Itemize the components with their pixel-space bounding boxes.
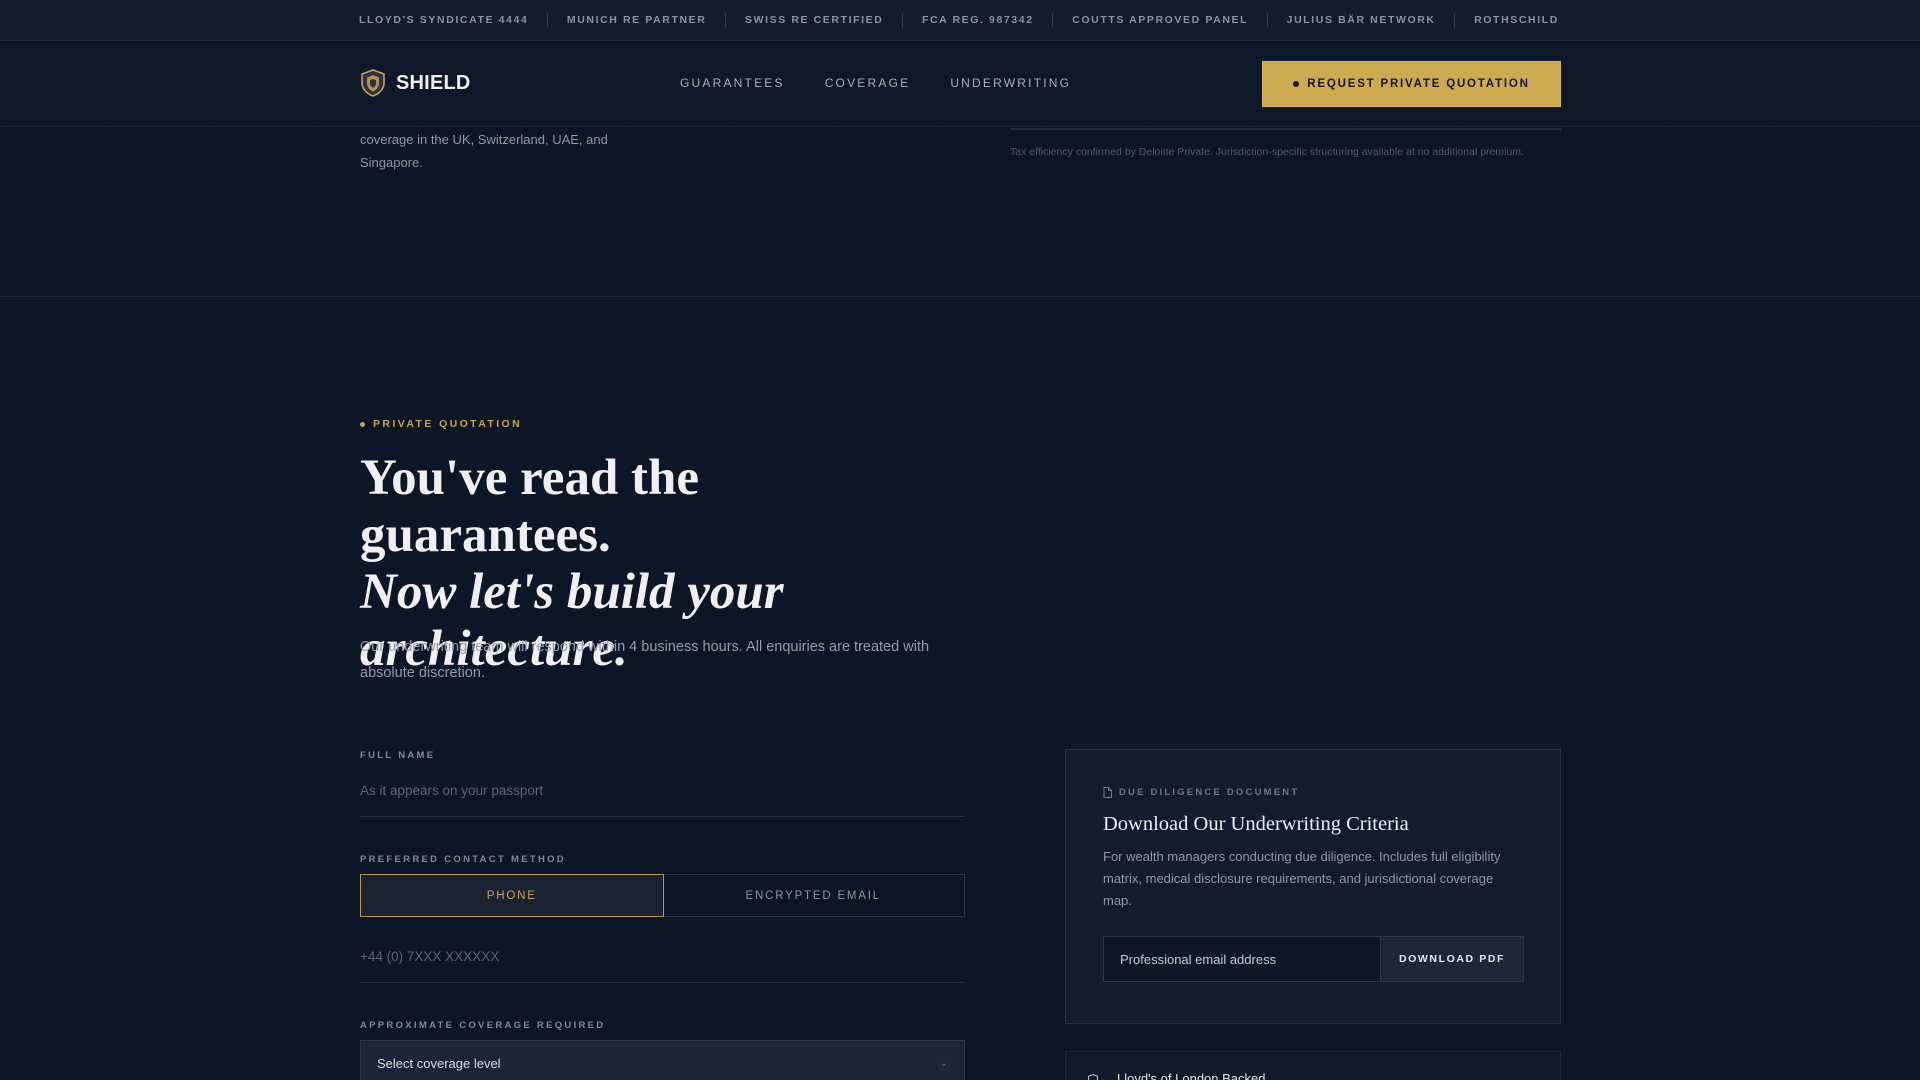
- request-quotation-label: REQUEST PRIVATE QUOTATION: [1307, 78, 1530, 90]
- divider: [1266, 12, 1268, 28]
- divider: [547, 12, 549, 28]
- trust-item: COUTTS APPROVED PANEL: [1072, 14, 1249, 26]
- contact-method-toggle: PHONE ENCRYPTED EMAIL: [360, 874, 965, 917]
- card-description: For wealth managers conducting due dilig…: [1103, 849, 1501, 908]
- coverage-label: APPROXIMATE COVERAGE REQUIRED: [360, 1020, 606, 1031]
- divider: [902, 12, 904, 28]
- section-divider: [0, 296, 1920, 297]
- divider: [1454, 12, 1456, 28]
- badge-text: Lloyd's of London Backed: [1117, 1071, 1266, 1080]
- trust-item: FCA REG. 987342: [921, 14, 1034, 26]
- download-pdf-button[interactable]: DOWNLOAD PDF: [1381, 936, 1524, 982]
- phone-input[interactable]: +44 (0) 7XXX XXXXXX: [360, 949, 499, 964]
- main-nav: GUARANTEES COVERAGE UNDERWRITING: [680, 76, 1071, 90]
- card-eyebrow-label: DUE DILIGENCE DOCUMENT: [1119, 787, 1300, 798]
- full-name-label: FULL NAME: [360, 750, 436, 761]
- heading-line-1: You've read the guarantees.: [360, 450, 700, 563]
- request-quotation-button[interactable]: REQUEST PRIVATE QUOTATION: [1262, 61, 1561, 107]
- previous-section-text: coverage in the UK, Switzerland, UAE, an…: [360, 132, 608, 170]
- trust-bar: LLOYD'S SYNDICATE 4444 MUNICH RE PARTNER…: [0, 0, 1920, 41]
- trust-item: JULIUS BÄR NETWORK: [1286, 14, 1436, 26]
- dot-icon: [1293, 81, 1300, 87]
- trust-item: LLOYD'S SYNDICATE 4444: [359, 14, 529, 26]
- shield-outline-icon: [1088, 1074, 1098, 1080]
- nav-coverage[interactable]: COVERAGE: [825, 76, 911, 90]
- coverage-select[interactable]: Select coverage level ⌄: [360, 1040, 965, 1080]
- full-name-underline: [360, 816, 965, 817]
- divider: [1052, 12, 1054, 28]
- background-grid: [0, 0, 1920, 1080]
- chevron-down-icon: ⌄: [939, 1057, 948, 1069]
- full-name-input[interactable]: As it appears on your passport: [360, 783, 543, 798]
- download-form: Professional email address DOWNLOAD PDF: [1103, 936, 1524, 982]
- professional-email-input[interactable]: Professional email address: [1103, 936, 1381, 982]
- coverage-select-value: Select coverage level: [377, 1055, 501, 1071]
- download-card: DUE DILIGENCE DOCUMENT Download Our Unde…: [1065, 749, 1561, 1024]
- trust-item: SWISS RE CERTIFIED: [744, 14, 884, 26]
- nav-underwriting[interactable]: UNDERWRITING: [950, 76, 1071, 90]
- section-lead: Our underwriting team will respond withi…: [360, 639, 930, 681]
- lloyds-badge-card: Lloyd's of London Backed: [1065, 1051, 1561, 1080]
- shield-icon: [361, 69, 385, 97]
- contact-method-label: PREFERRED CONTACT METHOD: [360, 854, 566, 865]
- nav-guarantees[interactable]: GUARANTEES: [680, 76, 785, 90]
- card-eyebrow: DUE DILIGENCE DOCUMENT: [1103, 787, 1523, 798]
- site-header: SHIELD GUARANTEES COVERAGE UNDERWRITING …: [0, 41, 1920, 127]
- contact-option-encrypted-email[interactable]: ENCRYPTED EMAIL: [663, 875, 965, 916]
- previous-section-note: Tax efficiency confirmed by Deloitte Pri…: [1010, 146, 1524, 158]
- phone-underline: [360, 982, 965, 983]
- dot-icon: [360, 421, 365, 427]
- previous-section-field-line: [1010, 128, 1561, 130]
- eyebrow-label: PRIVATE QUOTATION: [373, 418, 523, 430]
- section-eyebrow: PRIVATE QUOTATION: [360, 418, 522, 430]
- contact-option-phone[interactable]: PHONE: [360, 874, 664, 917]
- logo-text: SHIELD: [396, 71, 471, 94]
- trust-item: MUNICH RE PARTNER: [566, 14, 707, 26]
- document-icon: [1103, 787, 1112, 798]
- trust-item: ROTHSCHILD: [1474, 14, 1559, 26]
- card-title: Download Our Underwriting Criteria: [1103, 813, 1409, 835]
- logo[interactable]: SHIELD: [360, 69, 471, 97]
- divider: [725, 12, 727, 28]
